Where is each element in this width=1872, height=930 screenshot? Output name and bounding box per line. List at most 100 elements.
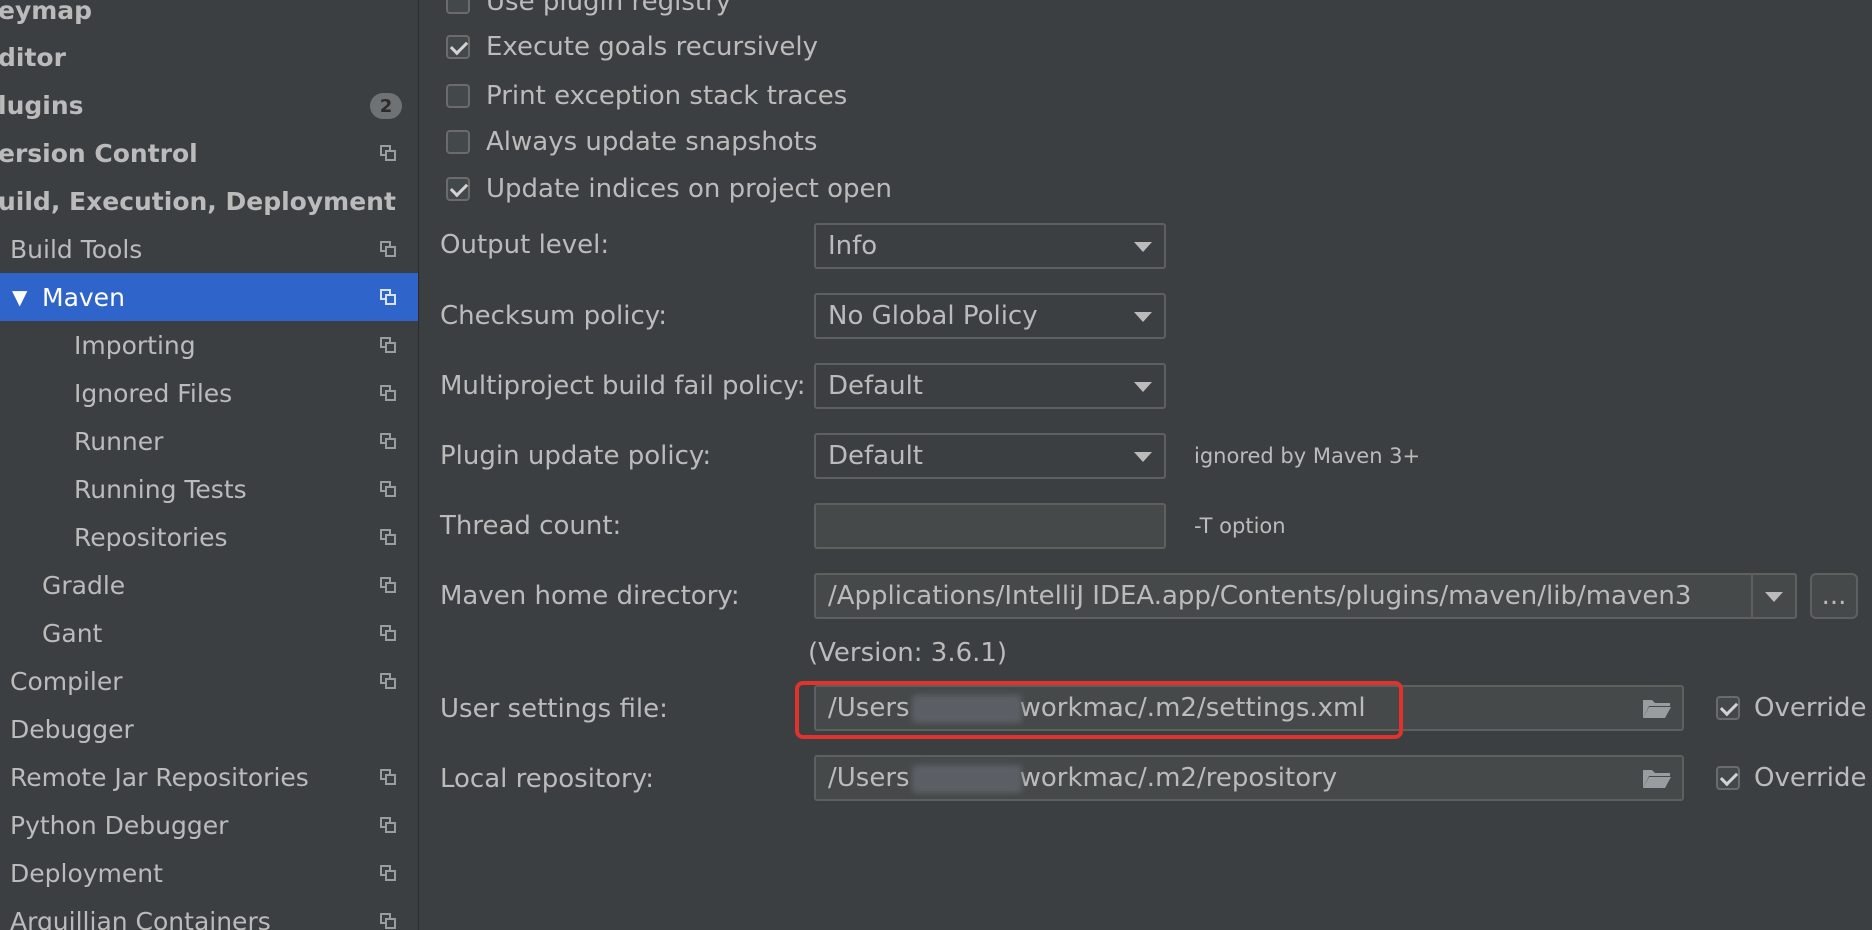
sidebar-item-plugins[interactable]: lugins 2 — [0, 81, 418, 129]
update-indices-checkbox[interactable]: Update indices on project open — [446, 169, 892, 209]
plugin-update-policy-dropdown[interactable]: Default — [814, 433, 1166, 479]
use-plugin-registry-checkbox[interactable]: Use plugin registry — [446, 0, 731, 22]
local-repository-label: Local repository: — [440, 764, 654, 794]
checkmark-icon — [449, 36, 469, 56]
sidebar-item-remote-jar-repositories[interactable]: Remote Jar Repositories — [0, 753, 418, 801]
sidebar-item-keymap[interactable]: eymap — [0, 0, 418, 34]
chevron-down-icon — [1134, 452, 1152, 462]
sidebar-item-label: Running Tests — [74, 474, 247, 504]
project-settings-icon — [380, 529, 396, 545]
project-settings-icon — [380, 865, 396, 881]
dropdown-value: Default — [828, 371, 923, 401]
checkbox-label: Use plugin registry — [486, 0, 732, 17]
sidebar-item-compiler[interactable]: Compiler — [0, 657, 418, 705]
checkbox-label: Update indices on project open — [486, 174, 892, 204]
checksum-policy-label: Checksum policy: — [440, 301, 668, 331]
chevron-down-icon — [1134, 382, 1152, 392]
user-settings-override-checkbox[interactable]: Override — [1716, 685, 1867, 731]
print-exception-stack-traces-checkbox[interactable]: Print exception stack traces — [446, 76, 847, 116]
project-settings-icon — [380, 625, 396, 641]
plugin-update-policy-label: Plugin update policy: — [440, 441, 712, 471]
multiproject-fail-policy-label: Multiproject build fail policy: — [440, 371, 806, 401]
checksum-policy-dropdown[interactable]: No Global Policy — [814, 293, 1166, 339]
sidebar-item-deployment[interactable]: Deployment — [0, 849, 418, 897]
path-suffix: workmac/.m2/repository — [1019, 763, 1338, 793]
folder-open-icon[interactable] — [1642, 767, 1672, 789]
project-settings-icon — [380, 817, 396, 833]
checkbox-box[interactable] — [446, 130, 470, 154]
sidebar-item-label: Compiler — [10, 666, 123, 696]
expand-triangle-icon[interactable]: ▼ — [12, 285, 27, 309]
project-settings-icon — [380, 577, 396, 593]
redaction-blur — [912, 765, 1022, 793]
user-settings-file-label: User settings file: — [440, 694, 668, 724]
browse-button-label: ... — [1821, 581, 1847, 611]
sidebar-item-label: Importing — [74, 330, 196, 360]
sidebar-item-label: Build Tools — [10, 234, 143, 264]
sidebar-item-repositories[interactable]: Repositories — [0, 513, 418, 561]
sidebar-item-label: Debugger — [10, 714, 134, 744]
project-settings-icon — [380, 913, 396, 929]
sidebar-item-version-control[interactable]: ersion Control — [0, 129, 418, 177]
output-level-dropdown[interactable]: Info — [814, 223, 1166, 269]
output-level-label: Output level: — [440, 230, 610, 260]
checkbox-box[interactable] — [1716, 766, 1740, 790]
dropdown-divider — [1751, 575, 1753, 617]
sidebar-item-build-execution-deployment[interactable]: uild, Execution, Deployment — [0, 177, 418, 225]
local-repository-override-checkbox[interactable]: Override — [1716, 755, 1867, 801]
sidebar-item-running-tests[interactable]: Running Tests — [0, 465, 418, 513]
sidebar-item-label: Arquillian Containers — [10, 906, 271, 930]
sidebar-item-debugger[interactable]: Debugger — [0, 705, 418, 753]
path-prefix: /Users — [828, 763, 910, 793]
sidebar-item-gant[interactable]: Gant — [0, 609, 418, 657]
sidebar-item-label: uild, Execution, Deployment — [0, 186, 396, 216]
sidebar-item-arquillian-containers[interactable]: Arquillian Containers — [0, 897, 418, 930]
checkbox-label: Override — [1754, 763, 1867, 793]
sidebar-item-maven[interactable]: ▼ Maven — [0, 273, 418, 321]
sidebar-item-gradle[interactable]: Gradle — [0, 561, 418, 609]
checkmark-icon — [1719, 697, 1739, 717]
local-repository-input[interactable]: /Users workmac/.m2/repository — [814, 755, 1684, 801]
browse-maven-home-button[interactable]: ... — [1810, 573, 1858, 619]
sidebar-item-editor[interactable]: ditor — [0, 33, 418, 81]
sidebar-item-importing[interactable]: Importing — [0, 321, 418, 369]
execute-goals-recursively-checkbox[interactable]: Execute goals recursively — [446, 27, 818, 67]
checkbox-box[interactable] — [446, 177, 470, 201]
maven-home-label: Maven home directory: — [440, 581, 740, 611]
checkbox-box[interactable] — [446, 35, 470, 59]
sidebar-item-label: Maven — [42, 282, 125, 312]
checkbox-box[interactable] — [446, 0, 470, 14]
input-value: /Users workmac/.m2/repository — [828, 763, 1337, 793]
checkbox-box[interactable] — [446, 84, 470, 108]
project-settings-icon — [380, 433, 396, 449]
sidebar-item-label: Gant — [42, 618, 103, 648]
sidebar-item-ignored-files[interactable]: Ignored Files — [0, 369, 418, 417]
sidebar-item-label: Remote Jar Repositories — [10, 762, 309, 792]
sidebar-item-python-debugger[interactable]: Python Debugger — [0, 801, 418, 849]
project-settings-icon — [380, 385, 396, 401]
folder-open-icon[interactable] — [1642, 697, 1672, 719]
sidebar-item-build-tools[interactable]: Build Tools — [0, 225, 418, 273]
sidebar-item-label: Repositories — [74, 522, 228, 552]
checkbox-label: Print exception stack traces — [486, 81, 848, 111]
project-settings-icon — [380, 241, 396, 257]
checkbox-label: Override — [1754, 693, 1867, 723]
settings-sidebar: eymap ditor lugins 2 ersion Control uild… — [0, 0, 419, 930]
project-settings-icon — [380, 769, 396, 785]
checkbox-box[interactable] — [1716, 696, 1740, 720]
sidebar-item-label: Runner — [74, 426, 164, 456]
checkmark-icon — [449, 178, 469, 198]
dropdown-value: Info — [828, 231, 878, 261]
multiproject-fail-policy-dropdown[interactable]: Default — [814, 363, 1166, 409]
thread-count-input[interactable] — [814, 503, 1166, 549]
project-settings-icon — [380, 481, 396, 497]
chevron-down-icon — [1134, 312, 1152, 322]
sidebar-item-label: ditor — [0, 42, 66, 72]
project-settings-icon — [380, 337, 396, 353]
maven-home-dropdown[interactable]: /Applications/IntelliJ IDEA.app/Contents… — [814, 573, 1797, 619]
checkbox-label: Always update snapshots — [486, 127, 818, 157]
checkmark-icon — [1719, 767, 1739, 787]
project-settings-icon — [380, 145, 396, 161]
sidebar-item-runner[interactable]: Runner — [0, 417, 418, 465]
always-update-snapshots-checkbox[interactable]: Always update snapshots — [446, 122, 817, 162]
